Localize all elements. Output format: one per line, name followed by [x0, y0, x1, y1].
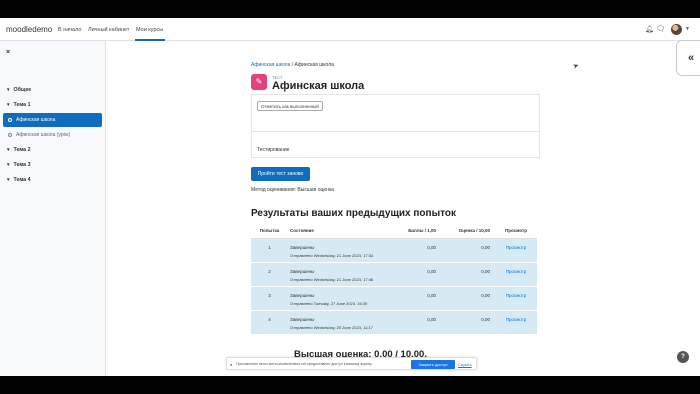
sidebar-section-topic-3[interactable]: ▼ Тема 3: [6, 162, 31, 168]
sidebar-section-general[interactable]: ▼ Общее: [6, 87, 31, 93]
table-row: 4 Завершены Отправлено Wednesday, 20 Jun…: [251, 309, 537, 334]
sidebar-section-topic-1[interactable]: ▼ Тема 1: [6, 102, 31, 108]
open-right-drawer-button[interactable]: «: [676, 40, 700, 76]
chevron-down-icon[interactable]: ▼: [6, 147, 10, 152]
attempt-marks: 0,00: [398, 237, 441, 262]
attempt-review-cell: Просмотр: [495, 237, 537, 262]
site-brand[interactable]: moodledemo: [6, 25, 52, 34]
results-heading: Результаты ваших предыдущих попыток: [251, 208, 456, 219]
attempt-review-cell: Просмотр: [495, 261, 537, 286]
breadcrumb-separator: /: [291, 62, 294, 68]
nav-link-home[interactable]: В начало: [58, 27, 81, 33]
chevron-down-icon[interactable]: ▼: [6, 162, 10, 167]
column-header-attempt[interactable]: Попытка: [251, 223, 288, 239]
course-index-sidebar: × ▼ Общее ▼ Тема 1 Афинская школа Афинская…: [0, 41, 106, 376]
attempt-state: Завершены: [290, 244, 315, 250]
activity-label: Афинская школа (урок): [16, 132, 71, 138]
nav-link-my-courses[interactable]: Мои курсы: [136, 27, 163, 33]
attempt-submitted: Отправлено Wednesday, 20 June 2023, 11:1…: [290, 324, 373, 330]
attempt-submitted: Отправлено Wednesday, 21 June 2023, 17:3…: [290, 252, 374, 258]
chevron-down-icon[interactable]: ▼: [6, 87, 10, 92]
attempt-grade: 0,00: [441, 285, 495, 310]
sidebar-section-topic-4[interactable]: ▼ Тема 4: [6, 177, 31, 183]
attempt-state-cell: Завершены Отправлено Wednesday, 20 June …: [288, 309, 398, 334]
grading-method-text: Метод оценивания: Высшая оценка: [251, 187, 334, 193]
column-header-marks[interactable]: Баллы / 1,00: [398, 223, 441, 239]
attempt-number: 2: [251, 261, 288, 286]
screen-share-icon: ●: [230, 362, 233, 367]
attempt-state: Завершены: [290, 268, 315, 274]
review-link[interactable]: Просмотр: [506, 293, 527, 298]
chat-icon[interactable]: 🗨︎: [656, 26, 665, 33]
attempt-submitted: Отправлено Wednesday, 21 June 2023, 17:4…: [290, 276, 374, 282]
screen-share-notification: ● Приложению demo.stend.studentmates.net…: [226, 357, 477, 370]
attempts-table: Попытка Состояние Баллы / 1,00 Оценка / …: [251, 223, 537, 334]
attempt-grade: 0,00: [441, 309, 495, 334]
activity-header-box: Отметить как выполненный Тестирование: [251, 94, 540, 158]
breadcrumb: Афинская школа / Афинская школа: [251, 62, 334, 68]
app-window: moodledemo В начало Личный кабинет Мои к…: [0, 18, 700, 376]
section-label: Общее: [13, 87, 32, 93]
sidebar-activity-quiz[interactable]: Афинская школа: [3, 113, 102, 127]
table-row: 1 Завершены Отправлено Wednesday, 21 Jun…: [251, 237, 537, 262]
chevron-down-icon[interactable]: ▼: [6, 177, 10, 182]
section-label: Тема 3: [13, 162, 31, 168]
breadcrumb-current: Афинская школа: [294, 62, 334, 68]
review-link[interactable]: Просмотр: [506, 269, 527, 274]
attempt-state: Завершены: [290, 316, 315, 322]
quiz-description: Тестирование: [257, 147, 290, 153]
avatar[interactable]: [671, 24, 682, 35]
column-header-state[interactable]: Состояние: [288, 223, 398, 239]
chevron-down-icon[interactable]: ▼: [685, 26, 690, 32]
page-title: Афинская школа: [272, 80, 365, 92]
column-header-review[interactable]: Просмотр: [495, 223, 537, 239]
attempt-state-cell: Завершены Отправлено Wednesday, 21 June …: [288, 237, 398, 262]
bell-icon[interactable]: 🔔︎: [645, 26, 654, 33]
section-label: Тема 2: [13, 147, 31, 153]
review-link[interactable]: Просмотр: [506, 317, 527, 322]
top-navbar: moodledemo В начало Личный кабинет Мои к…: [0, 18, 700, 41]
column-header-grade[interactable]: Оценка / 10,00: [441, 223, 495, 239]
mark-as-done-button[interactable]: Отметить как выполненный: [257, 101, 323, 111]
hide-notification-link[interactable]: Скрыть: [458, 362, 472, 367]
attempt-submitted: Отправлено Tuesday, 27 June 2023, 16:39: [290, 300, 368, 306]
nav-link-dashboard[interactable]: Личный кабинет: [88, 27, 129, 33]
mouse-cursor-icon: ➤: [572, 62, 581, 71]
attempt-state-cell: Завершены Отправлено Wednesday, 21 June …: [288, 261, 398, 286]
sidebar-section-topic-2[interactable]: ▼ Тема 2: [6, 147, 31, 153]
quiz-icon: ✎: [251, 74, 267, 90]
attempt-marks: 0,00: [398, 261, 441, 286]
section-label: Тема 4: [13, 177, 31, 183]
attempt-marks: 0,00: [398, 285, 441, 310]
sidebar-activity-lesson[interactable]: Афинская школа (урок): [3, 128, 102, 142]
attempt-number: 3: [251, 285, 288, 310]
review-link[interactable]: Просмотр: [506, 245, 527, 250]
attempt-review-cell: Просмотр: [495, 285, 537, 310]
attempt-review-cell: Просмотр: [495, 309, 537, 334]
attempt-state: Завершены: [290, 292, 315, 298]
attempt-grade: 0,00: [441, 237, 495, 262]
attempt-grade: 0,00: [441, 261, 495, 286]
stop-sharing-button[interactable]: Закрыть доступ: [411, 360, 455, 369]
attempt-number: 4: [251, 309, 288, 334]
table-row: 2 Завершены Отправлено Wednesday, 21 Jun…: [251, 261, 537, 286]
completion-circle-icon: [8, 118, 12, 122]
section-label: Тема 1: [13, 102, 31, 108]
notification-text: Приложению demo.stend.studentmates.net п…: [236, 362, 373, 366]
table-row: 3 Завершены Отправлено Tuesday, 27 June …: [251, 285, 537, 310]
chevron-down-icon[interactable]: ▼: [6, 102, 10, 107]
retake-quiz-button[interactable]: Пройти тест заново: [251, 167, 310, 181]
attempt-state-cell: Завершены Отправлено Tuesday, 27 June 20…: [288, 285, 398, 310]
table-header-row: Попытка Состояние Баллы / 1,00 Оценка / …: [251, 223, 537, 239]
divider: [252, 131, 539, 132]
active-nav-indicator: [135, 39, 165, 41]
completion-circle-icon: [8, 133, 12, 137]
close-drawer-icon[interactable]: ×: [6, 49, 10, 56]
attempt-number: 1: [251, 237, 288, 262]
help-button[interactable]: ?: [677, 351, 689, 363]
breadcrumb-course-link[interactable]: Афинская школа: [251, 62, 290, 68]
activity-label: Афинская школа: [16, 117, 56, 123]
attempt-marks: 0,00: [398, 309, 441, 334]
